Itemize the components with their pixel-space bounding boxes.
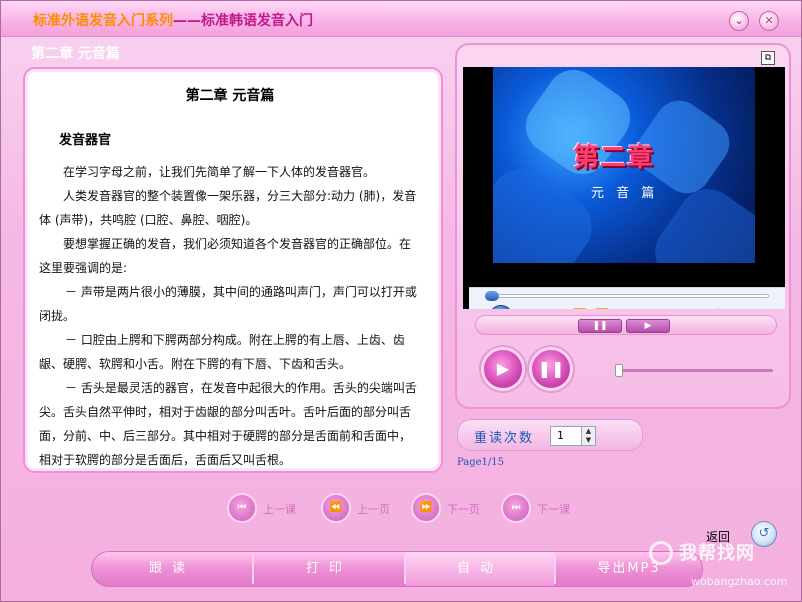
play-icon: ▶ [496, 359, 510, 378]
bokeh-light [643, 177, 755, 263]
video-title: 第二章 [573, 143, 655, 173]
lesson-text-content: 第二章 元音篇 发音器官 在学习字母之前，让我们先简单了解一下人体的发音器官。 … [25, 69, 441, 471]
search-icon [649, 541, 673, 565]
chevron-down-icon: ⌄ [734, 14, 744, 27]
close-button[interactable]: ✕ [759, 11, 779, 31]
bottom-toolbar: 跟读 打印 自动 导出MP3 [91, 551, 703, 587]
paragraph: 要想掌握正确的发音，我们必须知道各个发音器官的正确部位。在这里要强调的是: [39, 237, 412, 275]
return-arrow-icon: ↺ [758, 526, 770, 541]
watermark-url: wobangzhao.com [691, 575, 788, 588]
reread-count-value: 1 [557, 429, 564, 442]
audio-progress-handle[interactable] [615, 364, 623, 377]
video-subtitle: 元 音 篇 [591, 186, 659, 201]
video-player[interactable]: 第二章 元 音 篇 ❚❚ ■ ⏮ ⏪ ⏩ ⏭ 🔊 [463, 67, 785, 309]
window-title-series: 标准外语发音入门系列 [33, 13, 173, 29]
document-title: 第二章 元音篇 [185, 88, 275, 104]
pause-audio-button[interactable]: ❚❚ [529, 347, 573, 391]
skip-forward-icon[interactable]: ⏭ [617, 308, 627, 309]
prev-page-label[interactable]: 上一页 [357, 501, 390, 517]
next-lesson-label[interactable]: 下一课 [537, 501, 570, 517]
next-page-label[interactable]: 下一页 [447, 501, 480, 517]
document-heading: 发音器官 [59, 133, 112, 148]
auto-button[interactable]: 自动 [406, 552, 554, 586]
skip-forward-icon: ⏭ [511, 502, 521, 513]
window-title-course: ——标准韩语发音入门 [173, 13, 313, 29]
chapter-header: 第二章 元音篇 [31, 46, 120, 62]
skip-back-icon[interactable]: ⏮ [553, 308, 563, 309]
reread-spinner[interactable]: ▲ ▼ [581, 427, 595, 445]
paragraph: － 声带是两片很小的薄膜，其中间的通路叫声门，声门可以打开或闭拢。 [39, 285, 417, 323]
paragraph: 人类发音器官的整个装置像一架乐器，分三大部分:动力 (肺)，发音体 (声带)，共… [39, 189, 417, 227]
seek-bar[interactable] [487, 294, 769, 298]
restore-window-button[interactable]: ⧉ [761, 51, 775, 65]
strip-play-button[interactable]: ▶ [626, 319, 670, 333]
paragraph: 在学习字母之前，让我们先简单了解一下人体的发音器官。 [63, 165, 376, 179]
reread-label: 重读次数 [474, 431, 535, 446]
prev-lesson-button[interactable]: ⏮ [227, 493, 257, 523]
app-window: 标准外语发音入门系列——标准韩语发音入门 ⌄ ✕ 第二章 元音篇 第二章 元音篇… [0, 0, 802, 602]
lesson-text-panel[interactable]: 第二章 元音篇 发音器官 在学习字母之前，让我们先简单了解一下人体的发音器官。 … [23, 67, 443, 473]
follow-read-button[interactable]: 跟读 [92, 552, 252, 586]
strip-pause-button[interactable]: ❚❚ [578, 319, 622, 333]
seek-handle[interactable] [485, 291, 499, 301]
volume-icon[interactable]: 🔊 [711, 308, 725, 309]
print-button[interactable]: 打印 [254, 552, 404, 586]
audio-progress-slider[interactable] [621, 369, 773, 372]
close-icon: ✕ [764, 14, 774, 27]
stop-icon[interactable]: ■ [523, 308, 533, 309]
reread-count-input[interactable]: 1 ▲ ▼ [550, 426, 596, 446]
restore-window-icon: ⧉ [764, 53, 772, 63]
pause-button[interactable]: ❚❚ [489, 305, 513, 309]
video-frame: 第二章 元 音 篇 [493, 67, 755, 263]
next-lesson-button[interactable]: ⏭ [501, 493, 531, 523]
page-indicator: Page1/15 [457, 457, 505, 468]
paragraph: － 口腔由上腭和下腭两部分构成。附在上腭的有上唇、上齿、齿龈、硬腭、软腭和小舌。… [39, 333, 405, 371]
reread-count-control: 重读次数 1 ▲ ▼ [457, 419, 643, 451]
pause-icon: ❚❚ [537, 359, 565, 378]
prev-page-button[interactable]: ⏪ [321, 493, 351, 523]
video-panel: ⧉ 第二章 元 音 篇 ❚❚ ■ ⏮ ⏪ ⏩ ⏭ 🔊 [455, 43, 791, 409]
rewind-icon: ⏪ [329, 502, 343, 513]
audio-control-strip: ❚❚ ▶ [475, 315, 777, 335]
player-controls: ❚❚ ■ ⏮ ⏪ ⏩ ⏭ 🔊 [469, 287, 785, 309]
window-title: 标准外语发音入门系列——标准韩语发音入门 [33, 10, 313, 30]
minimize-button[interactable]: ⌄ [729, 11, 749, 31]
prev-lesson-label[interactable]: 上一课 [263, 501, 296, 517]
play-audio-button[interactable]: ▶ [481, 347, 525, 391]
rewind-icon[interactable]: ⏪ [573, 308, 587, 309]
skip-back-icon: ⏮ [237, 502, 247, 513]
next-page-button[interactable]: ⏩ [411, 493, 441, 523]
fast-forward-icon[interactable]: ⏩ [595, 308, 609, 309]
paragraph: － 舌头是最灵活的器官，在发音中起很大的作用。舌头的尖端叫舌尖。舌头自然平伸时，… [39, 381, 417, 467]
watermark-text: 我帮找网 [679, 543, 755, 564]
title-bar[interactable]: 标准外语发音入门系列——标准韩语发音入门 ⌄ ✕ [1, 1, 801, 37]
fast-forward-icon: ⏩ [419, 502, 433, 513]
